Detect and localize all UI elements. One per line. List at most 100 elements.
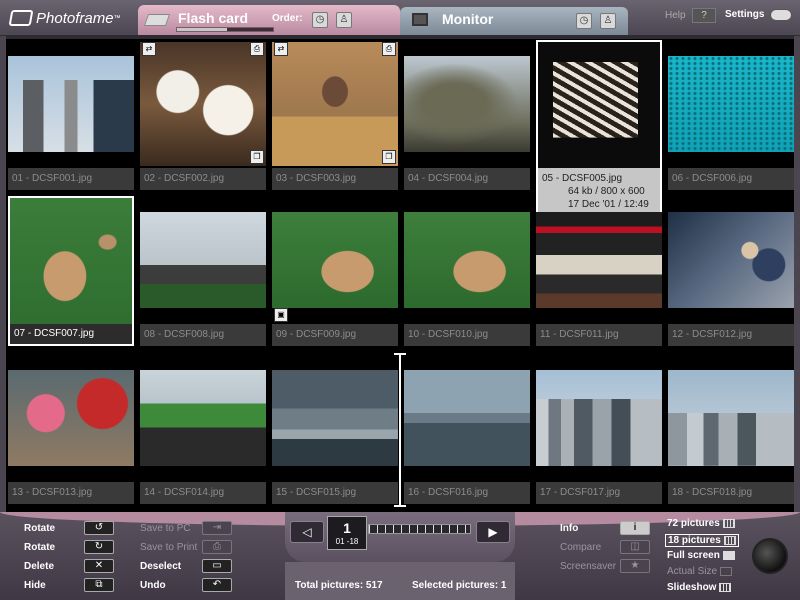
resize-handle[interactable] xyxy=(399,354,401,506)
save-to-pc-icon: ⇥ xyxy=(212,522,222,533)
order-by-person-button[interactable]: ♙ xyxy=(336,12,352,28)
status-bar: Total pictures: 517 Selected pictures: 1 xyxy=(285,562,515,600)
thumbnail-label: 14 - DCSF014.jpg xyxy=(140,482,266,504)
thumbnail-label: 16 - DCSF016.jpg xyxy=(404,482,530,504)
delete-button[interactable]: ✕ xyxy=(84,559,114,573)
view-18-pictures[interactable]: 18 pictures xyxy=(665,534,739,547)
info-icon: i xyxy=(633,522,637,533)
print-icon: ⎙ xyxy=(382,42,396,56)
clock-icon: ◷ xyxy=(579,15,589,26)
copies-icon: ❐ xyxy=(382,150,396,164)
thumbnail-label: 18 - DCSF018.jpg xyxy=(668,482,794,504)
thumbnail-label: 10 - DCSF010.jpg xyxy=(404,324,530,346)
prev-page-button[interactable]: ◁ xyxy=(290,521,324,543)
frame-right xyxy=(794,36,800,514)
photoframe-logo-icon xyxy=(8,10,34,26)
page-indicator: 1 01 -18 xyxy=(327,516,367,550)
tab-flash-card-label: Flash card xyxy=(178,10,249,26)
order-label: Order: xyxy=(272,13,303,24)
person-icon: ♙ xyxy=(603,15,613,26)
thumbnail-label: 09 - DCSF009.jpg xyxy=(272,324,398,346)
thumbnail-image[interactable] xyxy=(536,40,662,168)
tab-flash-card[interactable]: Flash card Order: ◷ ♙ xyxy=(138,5,400,35)
view-72-pictures[interactable]: 72 pictures xyxy=(667,518,735,529)
copies-icon: ❐ xyxy=(250,150,264,164)
thumbnail-label: 05 - DCSF005.jpg xyxy=(542,173,623,184)
info-button[interactable]: i xyxy=(620,521,650,535)
thumbnail-image[interactable] xyxy=(140,212,266,308)
compare-button[interactable]: ◫ xyxy=(620,540,650,554)
thumbnail-image[interactable] xyxy=(668,56,794,152)
undo-button[interactable]: ↶ xyxy=(202,578,232,592)
thumbnail-image[interactable] xyxy=(404,212,530,308)
page-range: 01 -18 xyxy=(335,537,359,546)
thumbnail-image[interactable] xyxy=(272,42,398,166)
thumbnail-image[interactable] xyxy=(140,42,266,166)
frame-top xyxy=(0,35,800,39)
deselect-icon: ▭ xyxy=(212,560,222,571)
app-name: Photoframe xyxy=(36,9,114,27)
thumbnail-image[interactable] xyxy=(8,56,134,152)
settings-label[interactable]: Settings xyxy=(725,9,764,20)
deselect-button[interactable]: ▭ xyxy=(202,559,232,573)
undo-icon: ↶ xyxy=(212,579,222,590)
save-to-pc-label: Save to PC xyxy=(140,523,191,534)
view-selector-knob[interactable] xyxy=(752,538,788,574)
help-button[interactable]: ? xyxy=(692,8,716,23)
thumbnail-image[interactable] xyxy=(272,212,398,308)
thumbnail-image[interactable] xyxy=(272,370,398,466)
info-label: Info xyxy=(560,523,579,534)
help-label: Help xyxy=(665,10,686,21)
screensaver-button[interactable]: ★ xyxy=(620,559,650,573)
rotate-ccw-button[interactable]: ↺ xyxy=(84,521,114,535)
view-full-screen[interactable]: Full screen xyxy=(667,550,735,561)
thumbnail-date: 17 Dec '01 / 12:49 xyxy=(568,199,649,210)
thumbnail-image[interactable] xyxy=(404,370,530,466)
thumbnail-image[interactable] xyxy=(536,370,662,466)
thumbnail-info-panel: 05 - DCSF005.jpg 64 kb / 800 x 600 17 De… xyxy=(536,168,662,216)
total-pictures: Total pictures: 517 xyxy=(295,580,383,591)
thumbnail-image[interactable] xyxy=(404,56,530,152)
view-actual-size[interactable]: Actual Size xyxy=(667,566,733,577)
order-by-date-button[interactable]: ◷ xyxy=(312,12,328,28)
thumbnail-image[interactable] xyxy=(140,370,266,466)
tab-monitor[interactable]: Monitor ◷ ♙ xyxy=(400,7,628,35)
thumbnail-label: 17 - DCSF017.jpg xyxy=(536,482,662,504)
settings-card-icon[interactable] xyxy=(770,9,792,21)
monitor-order-person-button[interactable]: ♙ xyxy=(600,13,616,29)
thumbnail-image[interactable] xyxy=(8,196,134,324)
compare-label: Compare xyxy=(560,542,602,553)
print-icon: ⎙ xyxy=(250,42,264,56)
thumbnail-label: 13 - DCSF013.jpg xyxy=(8,482,134,504)
save-to-pc-button[interactable]: ⇥ xyxy=(202,521,232,535)
monitor-order-date-button[interactable]: ◷ xyxy=(576,13,592,29)
rotate-ccw-label: Rotate xyxy=(24,523,56,534)
card-progress-bar xyxy=(176,27,274,32)
page-scroll-track[interactable] xyxy=(368,524,471,534)
thumbnail-size: 64 kb / 800 x 600 xyxy=(568,186,645,197)
printer-icon: ⎙ xyxy=(213,541,221,552)
resize-handle-top[interactable] xyxy=(394,353,406,355)
thumbnail-label: 03 - DCSF003.jpg xyxy=(272,168,398,190)
next-page-button[interactable]: ▶ xyxy=(476,521,510,543)
thumbnail-image[interactable] xyxy=(668,370,794,466)
rotate-cw-button[interactable]: ↻ xyxy=(84,540,114,554)
thumbnail-image[interactable] xyxy=(8,370,134,466)
slideshow-frame-icon: ▣ xyxy=(274,308,288,322)
actual-size-icon xyxy=(720,566,733,576)
hide-button[interactable]: ⧉ xyxy=(84,578,114,592)
order-transfer-icon: ⇄ xyxy=(142,42,156,56)
slideshow-label: Slideshow xyxy=(667,582,717,593)
next-arrow-icon: ▶ xyxy=(488,525,498,539)
save-to-print-button[interactable]: ⎙ xyxy=(202,540,232,554)
actual-size-label: Actual Size xyxy=(667,566,718,577)
hide-label: Hide xyxy=(24,580,46,591)
thumbnail-image[interactable] xyxy=(536,212,662,308)
resize-handle-bottom[interactable] xyxy=(394,505,406,507)
view-slideshow[interactable]: Slideshow xyxy=(667,582,732,593)
deselect-label: Deselect xyxy=(140,561,182,572)
thumbnail-label: 12 - DCSF012.jpg xyxy=(668,324,794,346)
card-progress-fill xyxy=(177,28,227,31)
thumbnail-image[interactable] xyxy=(668,212,794,308)
person-icon: ♙ xyxy=(339,14,349,25)
